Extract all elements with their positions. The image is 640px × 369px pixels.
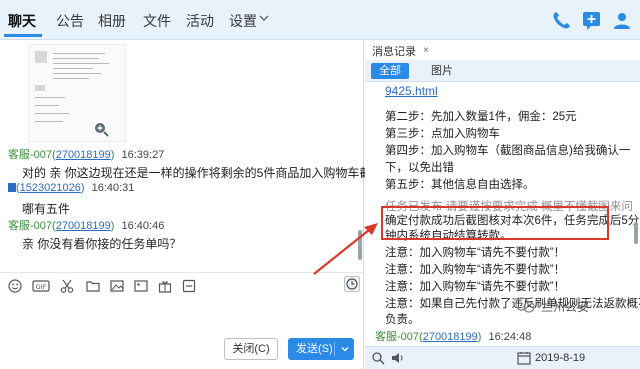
watermark-logo-icon <box>515 297 535 313</box>
message-text: 对的 亲 你这边现在还是一样的操作将剩余的5件商品加入购物车截图给我 <box>22 166 408 180</box>
sender-id-link[interactable]: 270018199 <box>56 149 111 161</box>
history-line: 第五步：其他信息自由选择。 <box>385 179 535 191</box>
chat-pane: 客服-007(270018199) 16:39:27 对的 亲 你这边现在还是一… <box>0 40 407 369</box>
tab-chat[interactable]: 聊天 <box>8 11 36 31</box>
history-line: 第三步：点加入购物车 <box>385 128 500 140</box>
history-line: 注意：如果自己先付款了违反刷单规则无法返款概不 <box>385 298 640 310</box>
watermark-text: 兰州公安 <box>541 300 590 314</box>
history-line: 第四步：加入购物车（截图商品信息)给我确认一 <box>385 145 631 157</box>
add-chat-icon[interactable] <box>581 9 603 31</box>
message-text: 哪有五件 <box>22 202 71 216</box>
tab-activities[interactable]: 活动 <box>186 11 214 31</box>
send-button[interactable]: 发送(S) <box>288 338 354 360</box>
active-tab-indicator <box>4 34 42 37</box>
svg-text:GIF: GIF <box>36 283 47 291</box>
message-time: 16:40:46 <box>121 220 165 232</box>
history-link[interactable]: 9425.html <box>385 84 438 98</box>
group-members-icon[interactable] <box>611 9 633 31</box>
message-header: (1523021026) 16:40:31 <box>8 182 134 194</box>
chevron-down-icon[interactable] <box>258 12 270 24</box>
history-line: 注意：加入购物车“请先不要付款”！ <box>385 247 566 259</box>
shared-image-thumbnail[interactable] <box>28 44 126 142</box>
message-header: 客服-007(270018199) 16:40:46 <box>8 220 165 232</box>
history-message-header: 客服-007(270018199) 16:24:48 <box>375 331 532 343</box>
top-nav-bar: 聊天 公告 相册 文件 活动 设置 <box>0 0 640 40</box>
image-icon[interactable] <box>134 279 148 293</box>
history-line: 负责。 <box>385 314 420 326</box>
phone-icon[interactable] <box>550 9 572 31</box>
history-tab-title[interactable]: 消息记录 <box>372 43 416 59</box>
message-time: 16:24:48 <box>488 331 532 343</box>
sender-name[interactable]: 客服-007 <box>375 331 419 343</box>
history-scrollbar[interactable] <box>633 84 640 346</box>
chevron-down-icon[interactable] <box>340 344 350 354</box>
history-line: 第二步：先加入数量1件，佣金：25元 <box>385 111 577 123</box>
history-date[interactable]: 2019-8-19 <box>535 352 585 364</box>
message-header: 客服-007(270018199) 16:39:27 <box>8 149 165 161</box>
message-text: 亲 你没有看你接的任务单吗？ <box>22 237 182 251</box>
history-filter-bar: 全部 图片 <box>365 60 640 82</box>
gif-icon[interactable]: GIF <box>32 279 50 293</box>
history-line: 注意：加入购物车“请先不要付款”！ <box>385 281 566 293</box>
message-time: 16:40:31 <box>91 182 135 194</box>
tab-announcements[interactable]: 公告 <box>56 11 84 31</box>
send-button-label: 发送(S) <box>296 343 333 355</box>
speaker-icon[interactable] <box>391 351 405 365</box>
avatar <box>8 183 16 192</box>
folder-icon[interactable] <box>86 279 100 293</box>
tab-settings[interactable]: 设置 <box>229 11 257 31</box>
highlight-box <box>381 206 609 240</box>
sender-id-link[interactable]: 1523021026 <box>20 182 81 194</box>
history-bottom-bar: 2019-8-19 <box>365 346 640 369</box>
tab-album[interactable]: 相册 <box>98 11 126 31</box>
scissors-icon[interactable] <box>60 279 74 293</box>
message-time: 16:39:27 <box>121 149 165 161</box>
calendar-icon[interactable] <box>517 351 531 365</box>
history-clock-icon[interactable] <box>344 276 360 292</box>
sender-name[interactable]: 客服-007 <box>8 220 52 232</box>
sender-id-link[interactable]: 270018199 <box>56 220 111 232</box>
gift-icon[interactable] <box>158 279 172 293</box>
sender-name[interactable]: 客服-007 <box>8 149 52 161</box>
arrow-icon <box>313 223 378 275</box>
sender-id-link[interactable]: 270018199 <box>423 331 478 343</box>
more-icon[interactable] <box>182 279 196 293</box>
filter-pictures-button[interactable]: 图片 <box>431 63 453 79</box>
emoji-icon[interactable] <box>8 279 22 293</box>
close-icon[interactable]: × <box>423 45 429 56</box>
zoom-icon[interactable] <box>93 121 109 137</box>
close-button[interactable]: 关闭(C) <box>224 338 278 360</box>
history-line: 下，以免出错 <box>385 162 454 174</box>
filter-all-button[interactable]: 全部 <box>371 63 409 79</box>
tab-files[interactable]: 文件 <box>143 11 171 31</box>
picture-icon[interactable] <box>110 279 124 293</box>
history-pane: 消息记录 × 全部 图片 9425.html 第二步：先加入数量1件，佣金：25… <box>365 40 640 369</box>
history-line: 注意：加入购物车“请先不要付款”！ <box>385 264 566 276</box>
search-icon[interactable] <box>371 351 385 365</box>
